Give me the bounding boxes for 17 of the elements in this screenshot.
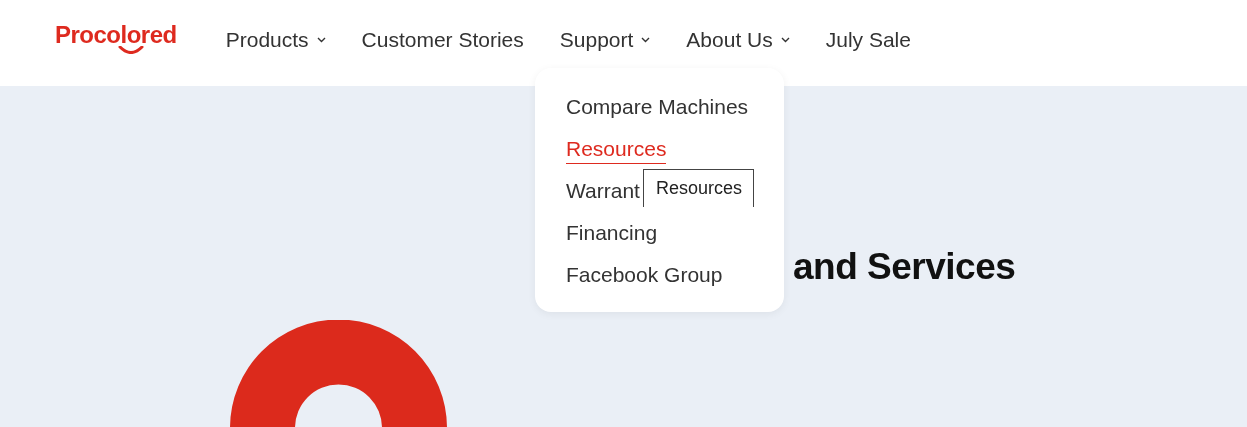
nav-link[interactable]: July Sale	[825, 28, 911, 52]
menu-item[interactable]: Compare Machines	[566, 94, 749, 122]
menu-item[interactable]: Warrant	[566, 178, 640, 206]
logo[interactable]: Procolored	[55, 24, 177, 46]
section-heading: and Services	[793, 246, 1016, 288]
tooltip: Resources	[643, 169, 754, 207]
nav-link[interactable]: Products	[225, 28, 326, 52]
smile-icon	[117, 46, 144, 54]
nav-link[interactable]: Customer Stories	[361, 28, 524, 52]
nav-link[interactable]: About Us	[686, 28, 790, 52]
chevron-down-icon	[780, 37, 790, 43]
menu-item[interactable]: Financing	[566, 220, 658, 248]
nav-link[interactable]: Support	[559, 28, 651, 52]
chevron-down-icon	[641, 37, 651, 43]
menu-item[interactable]: Resources	[566, 136, 667, 164]
menu-item[interactable]: Facebook Group	[566, 262, 723, 290]
chevron-down-icon	[316, 37, 326, 43]
